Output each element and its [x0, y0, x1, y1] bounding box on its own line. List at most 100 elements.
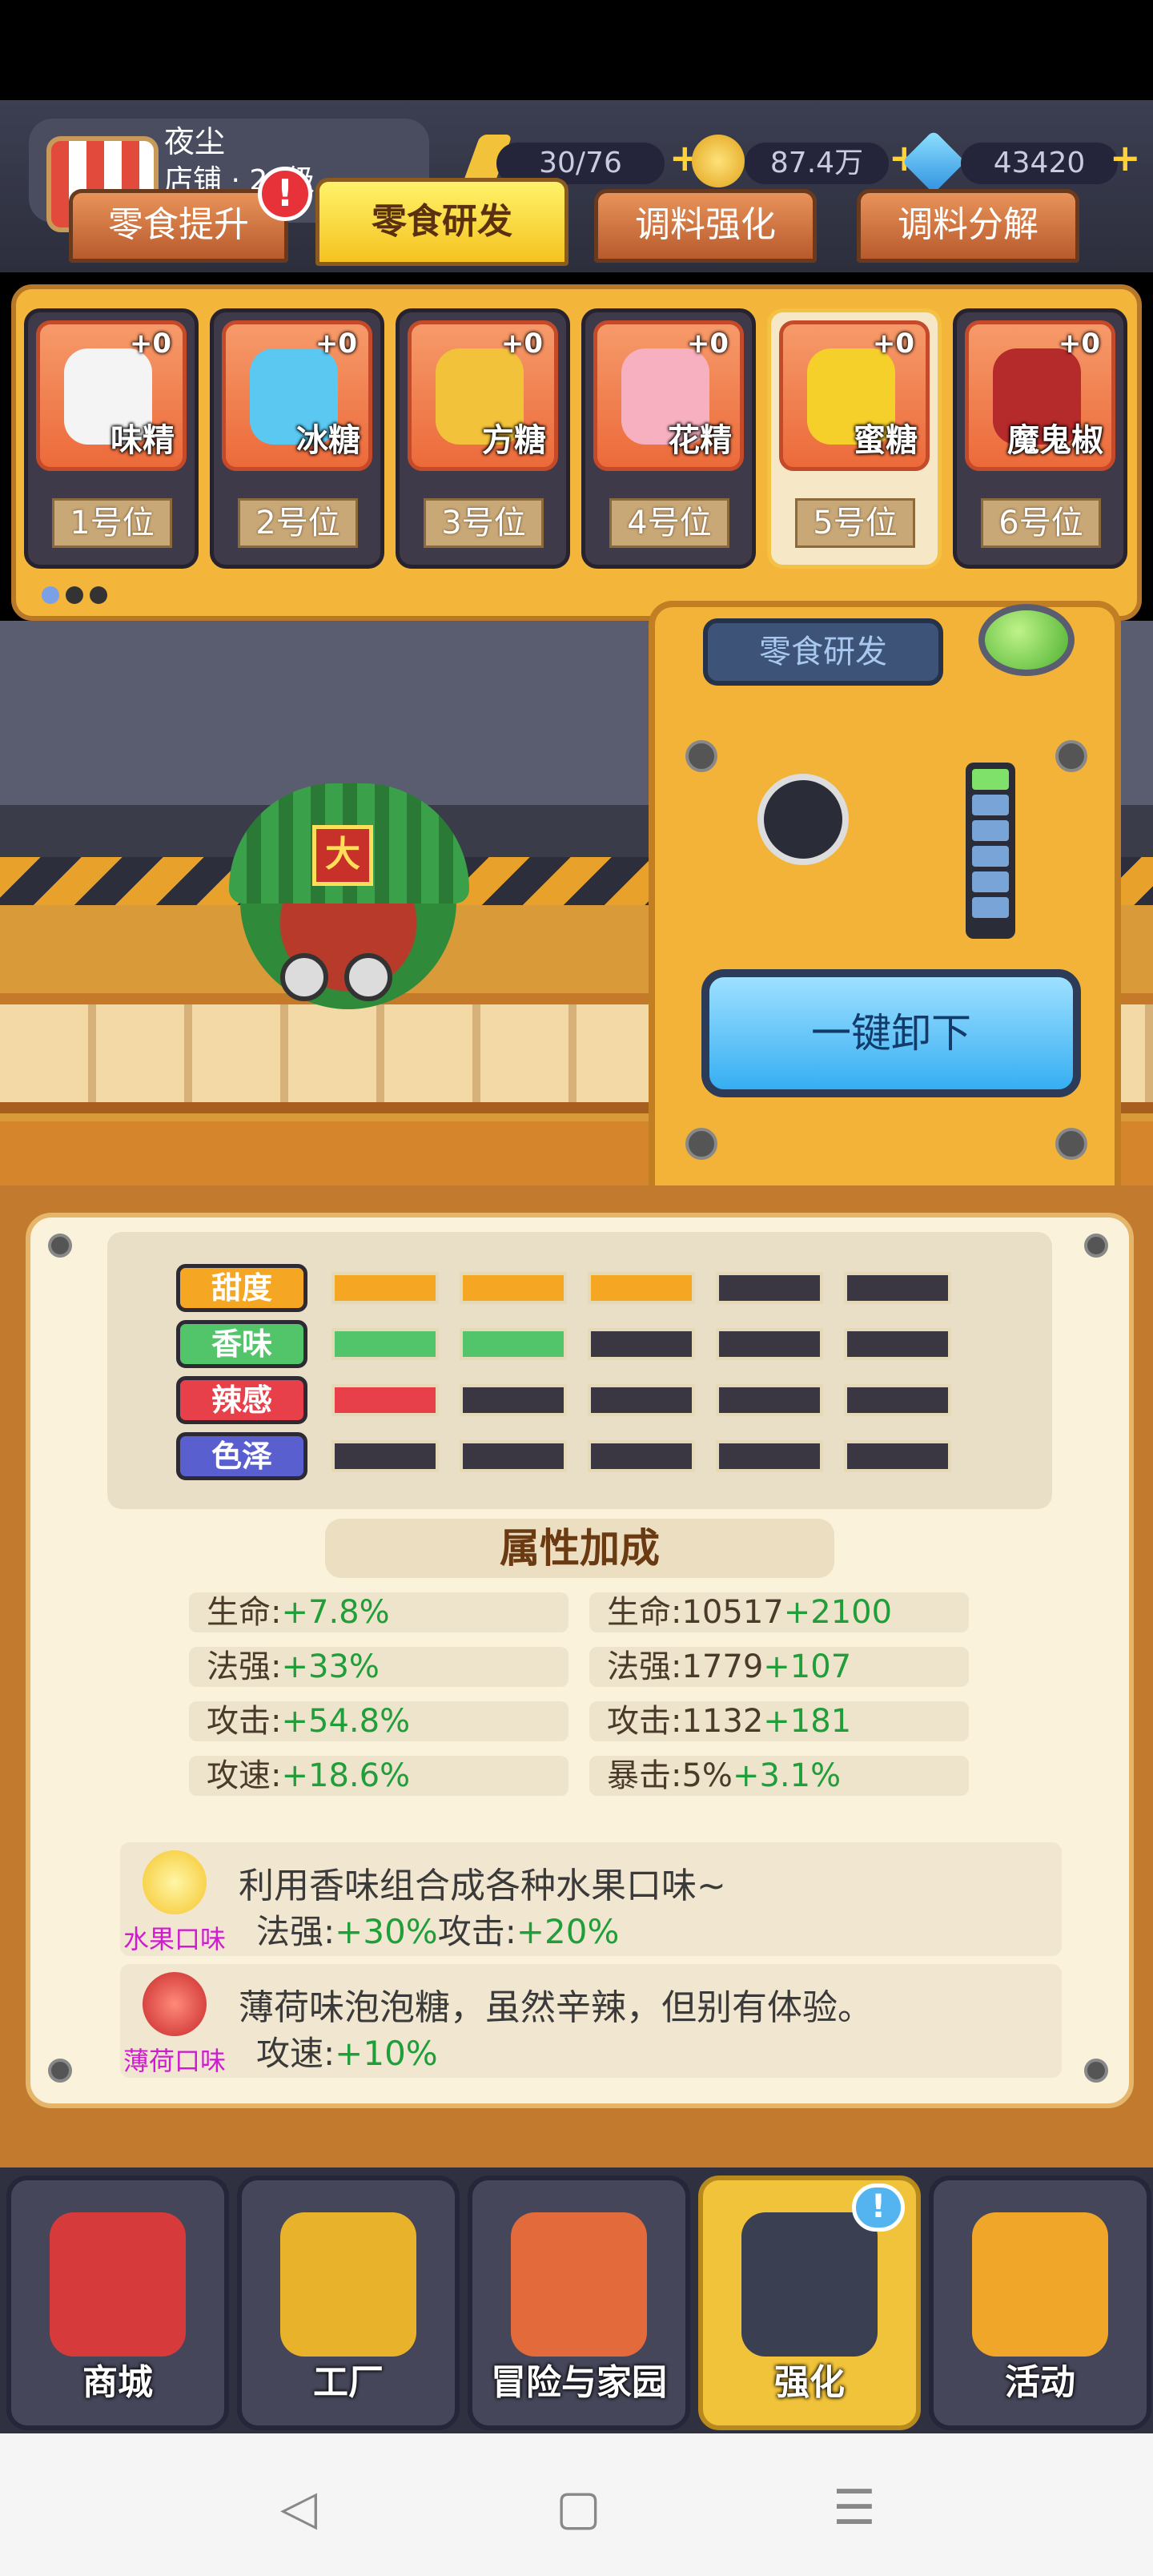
stat-segment [588, 1384, 695, 1416]
nav-label: 冒险与家园 [491, 2362, 667, 2403]
slot-tile: +0 魔鬼椒 [965, 320, 1115, 471]
menu-icon[interactable]: ☰ [833, 2480, 876, 2536]
nav-label: 工厂 [313, 2362, 384, 2403]
stat-label: 辣感 [176, 1376, 307, 1424]
nav-label: 商城 [82, 2362, 153, 2403]
flavor-description: 薄荷味泡泡糖，虽然辛辣，但别有体验。 [239, 1987, 873, 2028]
robot-icon [741, 2212, 878, 2357]
slot-name: 味精 [110, 422, 175, 459]
gold-counter: 87.4万 [745, 143, 889, 184]
nav-factory[interactable]: 工厂 [237, 2176, 460, 2430]
attr-value: +18.6% [281, 1757, 411, 1794]
mint-flavor-icon [143, 1972, 207, 2036]
attr-left-3: 攻速:+18.6% [189, 1756, 568, 1796]
slot-4[interactable]: +0 花精 4号位 [581, 308, 756, 569]
slot-position: 4号位 [609, 498, 729, 548]
slot-5[interactable]: +0 蜜糖 5号位 [767, 308, 942, 569]
flavor-bonus: 攻速:+10% [256, 2027, 438, 2075]
stat-label: 香味 [176, 1320, 307, 1368]
screw-icon [1055, 1128, 1087, 1160]
tab-snack-research[interactable]: 零食研发 [315, 178, 568, 266]
level-segment [972, 897, 1009, 918]
page-dot[interactable] [42, 586, 59, 604]
bonus-label: 法强: [256, 1912, 335, 1951]
slot-list: +0 味精 1号位 +0 冰糖 2号位 +0 方糖 3号位 +0 花精 4号位 … [19, 308, 1139, 573]
nav-activity[interactable]: 活动 [929, 2176, 1151, 2430]
bonus-value: +30% [335, 1912, 438, 1951]
slot-name: 蜜糖 [854, 422, 918, 459]
attr-name: 攻击: [207, 1703, 282, 1740]
attr-value: +7.8% [281, 1594, 390, 1631]
alert-badge-icon: ! [258, 167, 312, 221]
bonus-value: +10% [335, 2034, 438, 2073]
slot-level: +0 [129, 328, 171, 360]
fruit-flavor-icon [143, 1850, 207, 1914]
stat-label: 甜度 [176, 1264, 307, 1312]
nav-shop[interactable]: 商城 [6, 2176, 229, 2430]
page-dot[interactable] [66, 586, 83, 604]
stat-segment [716, 1384, 823, 1416]
slot-name: 冰糖 [296, 422, 360, 459]
slot-level: +0 [500, 328, 543, 360]
research-machine [649, 601, 1121, 1210]
stat-segment [844, 1328, 951, 1360]
attr-name: 生命:10517 [607, 1594, 784, 1631]
slot-3[interactable]: +0 方糖 3号位 [396, 308, 570, 569]
bonus-label: 攻击: [437, 1912, 516, 1951]
page-dot[interactable] [90, 586, 107, 604]
attr-value: +33% [281, 1648, 380, 1685]
flavor-description: 利用香味组合成各种水果口味~ [239, 1866, 726, 1906]
slot-tile: +0 冰糖 [222, 320, 372, 471]
gem-add-button[interactable]: + [1110, 136, 1141, 179]
stat-segment [331, 1328, 439, 1360]
page-indicator [42, 586, 114, 607]
stat-label: 色泽 [176, 1432, 307, 1480]
level-meter [966, 763, 1015, 939]
level-segment [972, 769, 1009, 790]
attr-left-2: 攻击:+54.8% [189, 1701, 568, 1741]
tab-snack-upgrade[interactable]: 零食提升 [69, 189, 288, 263]
slot-position: 6号位 [981, 498, 1101, 548]
attr-value: +2100 [783, 1594, 893, 1631]
screw-icon [1084, 1234, 1108, 1258]
flavor-bonus: 法强:+30%攻击:+20% [256, 1905, 619, 1954]
mascot-tag: 大 [312, 825, 373, 886]
slot-level: +0 [872, 328, 914, 360]
level-segment [972, 871, 1009, 892]
tab-seasoning-enhance[interactable]: 调料强化 [594, 189, 817, 263]
flavor-name: 薄荷口味 [123, 2046, 227, 2076]
attr-name: 攻速: [207, 1757, 282, 1794]
tab-seasoning-decompose[interactable]: 调料分解 [857, 189, 1079, 263]
attr-name: 法强: [207, 1648, 282, 1685]
back-icon[interactable]: ◁ [280, 2480, 317, 2536]
stat-segment [844, 1272, 951, 1304]
slot-name: 花精 [668, 422, 732, 459]
shop-name: 夜尘 [164, 124, 226, 159]
stat-segment [331, 1384, 439, 1416]
screw-icon [1055, 740, 1087, 772]
attr-left-1: 法强:+33% [189, 1647, 568, 1687]
nav-label: 活动 [1005, 2362, 1075, 2403]
attr-right-1: 法强:1779+107 [589, 1647, 969, 1687]
slot-2[interactable]: +0 冰糖 2号位 [210, 308, 384, 569]
level-segment [972, 795, 1009, 815]
attr-value: +181 [763, 1703, 852, 1740]
mascot-eye [280, 953, 328, 1001]
attr-left-0: 生命:+7.8% [189, 1592, 568, 1632]
slot-position: 5号位 [795, 498, 915, 548]
home-icon[interactable]: ▢ [556, 2480, 601, 2536]
attr-name: 法强:1779 [607, 1648, 764, 1685]
stat-segment [460, 1440, 567, 1472]
stat-segment [716, 1272, 823, 1304]
gauge-icon [757, 774, 849, 865]
attr-name: 攻击:1132 [607, 1703, 764, 1740]
machine-status-light [978, 604, 1075, 676]
slot-tile: +0 花精 [593, 320, 744, 471]
attr-right-2: 攻击:1132+181 [589, 1701, 969, 1741]
unload-all-button[interactable]: 一键卸下 [701, 969, 1081, 1097]
attribute-bonus-title: 属性加成 [325, 1519, 834, 1578]
slot-6[interactable]: +0 魔鬼椒 6号位 [953, 308, 1127, 569]
nav-adventure[interactable]: 冒险与家园 [468, 2176, 690, 2430]
slot-1[interactable]: +0 味精 1号位 [24, 308, 199, 569]
screw-icon [1084, 2059, 1108, 2083]
